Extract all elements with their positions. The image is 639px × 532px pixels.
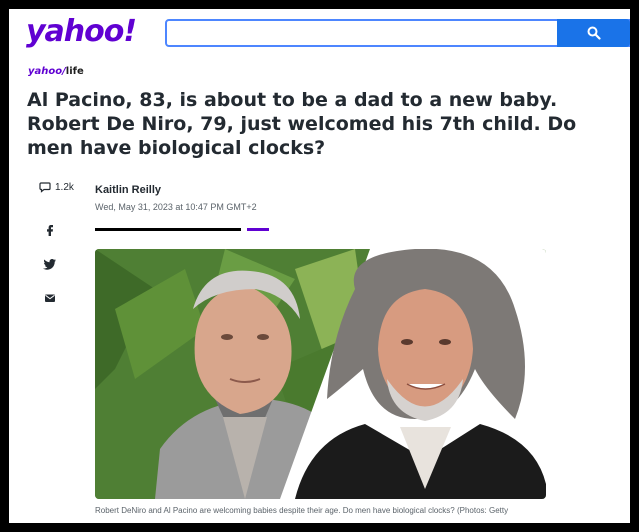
author-name[interactable]: Kaitlin Reilly — [95, 184, 161, 196]
email-icon[interactable] — [43, 291, 57, 305]
comments-button[interactable]: 1.2k — [39, 181, 74, 193]
article-title: Al Pacino, 83, is about to be a dad to a… — [27, 89, 577, 159]
page: yahoo! yahoo/life Al Pacino, 83, is abou… — [9, 9, 630, 523]
publish-date: Wed, May 31, 2023 at 10:47 PM GMT+2 — [95, 202, 257, 212]
reading-progress-accent — [247, 228, 269, 231]
comment-count: 1.2k — [55, 181, 74, 193]
reading-progress-bar — [95, 228, 241, 231]
yahoo-logo[interactable]: yahoo! — [26, 14, 137, 49]
hero-image — [95, 249, 546, 499]
search-button[interactable] — [557, 19, 630, 47]
image-caption: Robert DeNiro and Al Pacino are welcomin… — [95, 506, 509, 515]
search-icon — [587, 26, 601, 40]
comment-icon — [39, 182, 51, 193]
sublogo-section: life — [65, 66, 84, 77]
sublogo-brand: yahoo/ — [28, 66, 66, 77]
header: yahoo! — [9, 9, 630, 59]
twitter-icon[interactable] — [43, 257, 57, 271]
facebook-icon[interactable] — [43, 223, 57, 237]
hero-photo-composite — [95, 249, 546, 499]
yahoo-life-logo[interactable]: yahoo/life — [28, 66, 84, 77]
